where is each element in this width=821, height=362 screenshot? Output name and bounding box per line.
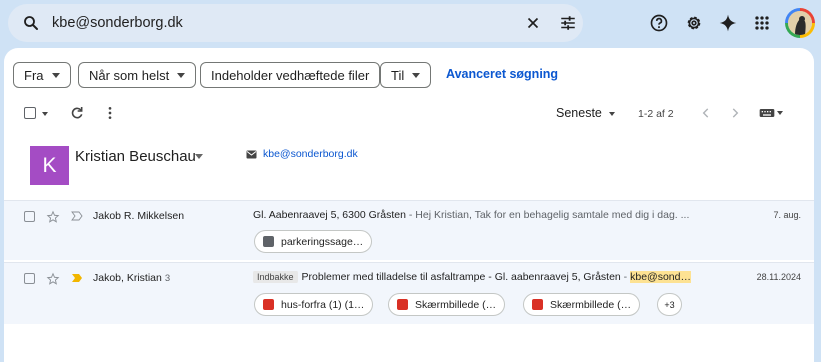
attachment-chip[interactable]: parkeringssage… <box>254 230 373 253</box>
filter-attachments-label: Indeholder vedhæftede filer <box>211 67 370 83</box>
email-subject: Problemer med tilladelse til asfaltrampe… <box>301 271 621 283</box>
email-date: 28.11.2024 <box>756 272 801 282</box>
email-row[interactable]: Jakob R. Mikkelsen Gl. Aabenraavej 5, 63… <box>4 200 814 260</box>
apps-grid-icon[interactable] <box>752 13 772 33</box>
refresh-icon[interactable] <box>69 105 85 121</box>
email-snippet: - <box>620 271 631 283</box>
attachment-name: Skærmbillede (… <box>415 298 497 311</box>
email-snippet-highlight: kbe@sond… <box>630 271 691 283</box>
more-vert-icon[interactable] <box>104 105 116 121</box>
main-panel: Fra Når som helst Indeholder vedhæftede … <box>4 48 814 362</box>
avatar-image <box>788 11 812 35</box>
mail-icon <box>246 150 257 159</box>
star-icon[interactable] <box>46 272 60 286</box>
sparkle-icon[interactable] <box>718 13 738 33</box>
email-snippet: - Hej Kristian, Tak for en behagelig sam… <box>405 209 690 221</box>
contact-email-link[interactable]: kbe@sonderborg.dk <box>263 148 358 160</box>
email-subject: Gl. Aabenraavej 5, 6300 Gråsten <box>253 209 406 221</box>
close-icon[interactable] <box>524 14 542 32</box>
image-icon <box>263 299 274 310</box>
row-checkbox[interactable] <box>24 211 35 222</box>
star-icon[interactable] <box>46 210 60 224</box>
email-subject-line: Gl. Aabenraavej 5, 6300 Gråsten - Hej Kr… <box>253 209 729 221</box>
chevron-down-icon[interactable] <box>195 154 203 160</box>
inbox-label[interactable]: Indbakke <box>253 271 298 283</box>
importance-marker-icon[interactable] <box>71 211 83 221</box>
attachment-chip[interactable]: Skærmbillede (… <box>388 293 506 316</box>
sort-label[interactable]: Seneste <box>556 106 602 120</box>
keyboard-icon[interactable] <box>759 107 775 119</box>
email-sender: Jakob R. Mikkelsen <box>93 210 184 222</box>
chevron-down-icon <box>177 72 186 78</box>
filter-from-label: Fra <box>24 67 44 83</box>
filter-attachments-button[interactable]: Indeholder vedhæftede filer <box>200 62 381 88</box>
list-toolbar: Seneste 1-2 af 2 <box>4 100 814 128</box>
email-row[interactable]: Jakob, Kristian 3 Indbakke Problemer med t… <box>4 262 814 324</box>
attachment-name: hus-forfra (1) (1… <box>281 298 365 311</box>
help-icon[interactable] <box>649 13 669 33</box>
chevron-left-icon[interactable] <box>699 106 713 120</box>
contact-card: K Kristian Beuschau kbe@sonderborg.dk <box>4 140 814 192</box>
more-attachments-chip[interactable]: +3 <box>657 293 682 316</box>
row-checkbox[interactable] <box>24 273 35 284</box>
chevron-down-icon <box>51 72 60 78</box>
account-avatar[interactable] <box>785 8 815 38</box>
filter-from-button[interactable]: Fra <box>13 62 71 88</box>
image-icon <box>397 299 408 310</box>
filter-time-button[interactable]: Når som helst <box>78 62 197 88</box>
image-icon <box>532 299 543 310</box>
filter-to-label: Til <box>391 67 405 83</box>
contact-avatar[interactable]: K <box>30 146 69 185</box>
thread-count: 3 <box>164 273 171 284</box>
email-subject-line: Indbakke Problemer med tilladelse til asf… <box>253 271 729 283</box>
top-bar: kbe@sonderborg.dk <box>0 0 821 46</box>
select-menu-chevron-icon[interactable] <box>42 112 48 116</box>
sender-name: Jakob, Kristian <box>93 272 162 284</box>
filter-to-button[interactable]: Til <box>380 62 432 88</box>
search-input[interactable]: kbe@sonderborg.dk <box>52 15 183 31</box>
chevron-down-icon <box>412 72 421 78</box>
attachment-chip[interactable]: hus-forfra (1) (1… <box>254 293 374 316</box>
document-icon <box>263 236 274 247</box>
importance-marker-icon[interactable] <box>71 273 83 283</box>
filter-time-label: Når som helst <box>89 67 170 83</box>
tune-icon[interactable] <box>559 14 577 32</box>
email-date: 7. aug. <box>773 210 801 220</box>
select-all-checkbox[interactable] <box>24 107 36 119</box>
advanced-search-link[interactable]: Avanceret søgning <box>446 67 558 81</box>
attachment-name: Skærmbillede (… <box>550 298 632 311</box>
email-sender: Jakob, Kristian 3 <box>93 272 170 284</box>
contact-name[interactable]: Kristian Beuschau <box>75 148 196 165</box>
search-icon[interactable] <box>22 14 40 32</box>
sender-name: Jakob R. Mikkelsen <box>93 210 185 222</box>
attachment-name: parkeringssage… <box>281 235 364 248</box>
chevron-right-icon[interactable] <box>728 106 742 120</box>
result-count: 1-2 af 2 <box>638 108 674 120</box>
search-bar[interactable]: kbe@sonderborg.dk <box>8 4 583 42</box>
sort-chevron-icon[interactable] <box>609 112 615 116</box>
gear-icon[interactable] <box>684 13 704 33</box>
attachment-chip[interactable]: Skærmbillede (… <box>523 293 641 316</box>
input-tools-chevron-icon[interactable] <box>777 111 783 115</box>
